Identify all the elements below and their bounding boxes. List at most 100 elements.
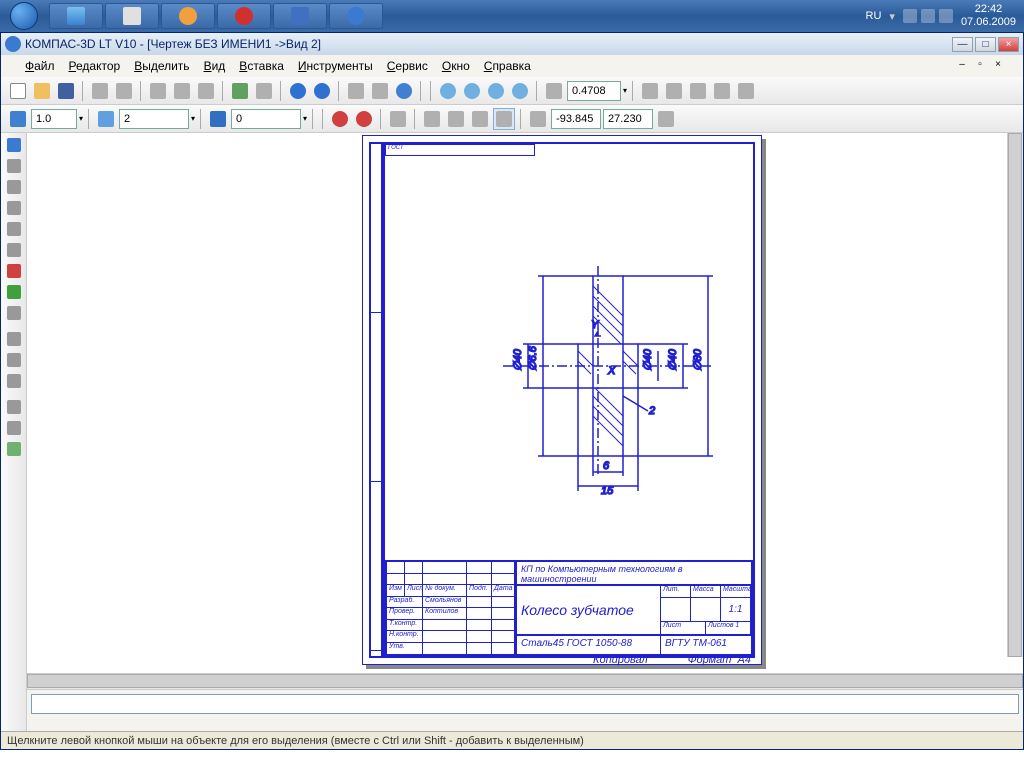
menu-view[interactable]: Вид — [198, 57, 232, 75]
grid-button[interactable] — [387, 108, 409, 130]
taskbar-wmp[interactable] — [161, 3, 215, 29]
style-button[interactable] — [207, 108, 229, 130]
tb-part-name: Колесо зубчатое — [517, 586, 661, 634]
taskbar-word[interactable] — [273, 3, 327, 29]
coord-toggle[interactable] — [655, 108, 677, 130]
vtool-geometry[interactable] — [3, 135, 25, 155]
redraw-button[interactable] — [711, 80, 733, 102]
style-input[interactable] — [231, 109, 301, 129]
tool1-button[interactable] — [445, 108, 467, 130]
cut-button[interactable] — [147, 80, 169, 102]
snap2-button[interactable] — [353, 108, 375, 130]
layer-button[interactable] — [95, 108, 117, 130]
taskbar-ie[interactable] — [49, 3, 103, 29]
new-button[interactable] — [7, 80, 29, 102]
menu-insert[interactable]: Вставка — [233, 57, 290, 75]
coord-y-input[interactable] — [603, 109, 653, 129]
maximize-button[interactable]: □ — [975, 37, 996, 52]
vtool-text[interactable] — [3, 198, 25, 218]
svg-text:∅40: ∅40 — [642, 348, 654, 371]
tray-volume-icon[interactable] — [939, 9, 953, 23]
coord-icon — [527, 108, 549, 130]
minimize-button[interactable]: — — [952, 37, 973, 52]
coord-x-input[interactable] — [551, 109, 601, 129]
vtool-measure[interactable] — [3, 261, 25, 281]
mdi-close[interactable]: × — [991, 59, 1005, 73]
preview-button[interactable] — [113, 80, 135, 102]
menu-help[interactable]: Справка — [478, 57, 537, 75]
svg-text:15: 15 — [601, 485, 614, 496]
ortho-button[interactable] — [421, 108, 443, 130]
vtool-dimension[interactable] — [3, 177, 25, 197]
svg-text:X: X — [607, 365, 616, 377]
frame-button[interactable] — [735, 80, 757, 102]
mdi-minimize[interactable]: – — [955, 59, 969, 73]
vtool-spec[interactable] — [3, 303, 25, 323]
drawing-canvas[interactable]: ГОСТ Y X — [27, 133, 1023, 673]
redo-button[interactable] — [311, 80, 333, 102]
linetype-button[interactable] — [7, 108, 29, 130]
svg-text:∅6.6: ∅6.6 — [527, 345, 539, 371]
zoom-fit-button[interactable] — [509, 80, 531, 102]
vtool-d[interactable] — [3, 397, 25, 417]
zoom-scale-button[interactable] — [543, 80, 565, 102]
tray-icon[interactable] — [921, 9, 935, 23]
snap-button[interactable] — [329, 108, 351, 130]
start-button[interactable] — [0, 0, 48, 32]
drawing-page: ГОСТ Y X — [362, 135, 762, 665]
help-button[interactable] — [393, 80, 415, 102]
gear-drawing: Y X — [463, 236, 723, 496]
tool3-button[interactable] — [493, 108, 515, 130]
zoom-value-input[interactable] — [567, 81, 621, 101]
linewidth-input[interactable] — [31, 109, 77, 129]
zoom-window-button[interactable] — [485, 80, 507, 102]
menu-service[interactable]: Сервис — [381, 57, 434, 75]
mdi-restore[interactable]: ▫ — [973, 59, 987, 73]
undo-button[interactable] — [287, 80, 309, 102]
close-button[interactable]: × — [998, 37, 1019, 52]
svg-text:2: 2 — [648, 405, 655, 417]
menu-select[interactable]: Выделить — [128, 57, 195, 75]
pan-button[interactable] — [639, 80, 661, 102]
vtool-e[interactable] — [3, 418, 25, 438]
save-button[interactable] — [55, 80, 77, 102]
zoom-out-button[interactable] — [461, 80, 483, 102]
taskbar-opera[interactable] — [217, 3, 271, 29]
tray-icon[interactable] — [903, 9, 917, 23]
refresh-button[interactable] — [687, 80, 709, 102]
menu-window[interactable]: Окно — [436, 57, 476, 75]
vtool-edit[interactable] — [3, 219, 25, 239]
layer-input[interactable] — [119, 109, 189, 129]
language-indicator[interactable]: RU — [866, 10, 882, 22]
tool-button[interactable] — [253, 80, 275, 102]
vtool-f[interactable] — [3, 439, 25, 459]
properties-button[interactable] — [229, 80, 251, 102]
taskbar-app1[interactable] — [105, 3, 159, 29]
tool2-button[interactable] — [469, 108, 491, 130]
pointer-button[interactable] — [369, 80, 391, 102]
vtool-param[interactable] — [3, 240, 25, 260]
vtool-c[interactable] — [3, 371, 25, 391]
vtool-line[interactable] — [3, 156, 25, 176]
vtool-a[interactable] — [3, 329, 25, 349]
vtool-select[interactable] — [3, 282, 25, 302]
title-block: ИзмЛист№ докум.Подп.Дата Разраб.Смольяно… — [385, 560, 753, 656]
view-button[interactable] — [663, 80, 685, 102]
vertical-scrollbar[interactable] — [1007, 133, 1023, 657]
taskbar-kompas[interactable] — [329, 3, 383, 29]
vtool-b[interactable] — [3, 350, 25, 370]
clock[interactable]: 22:42 07.06.2009 — [961, 3, 1016, 29]
print-button[interactable] — [89, 80, 111, 102]
fx-button[interactable] — [345, 80, 367, 102]
open-button[interactable] — [31, 80, 53, 102]
menu-editor[interactable]: Редактор — [63, 57, 127, 75]
statusbar: Щелкните левой кнопкой мыши на объекте д… — [1, 731, 1023, 749]
command-input[interactable] — [31, 694, 1019, 714]
zoom-in-button[interactable] — [437, 80, 459, 102]
horizontal-scrollbar[interactable] — [27, 673, 1023, 689]
menu-tools[interactable]: Инструменты — [292, 57, 379, 75]
copy-button[interactable] — [171, 80, 193, 102]
menu-file[interactable]: Файл — [19, 57, 61, 75]
paste-button[interactable] — [195, 80, 217, 102]
system-tray: RU ▾ 22:42 07.06.2009 — [858, 3, 1024, 29]
